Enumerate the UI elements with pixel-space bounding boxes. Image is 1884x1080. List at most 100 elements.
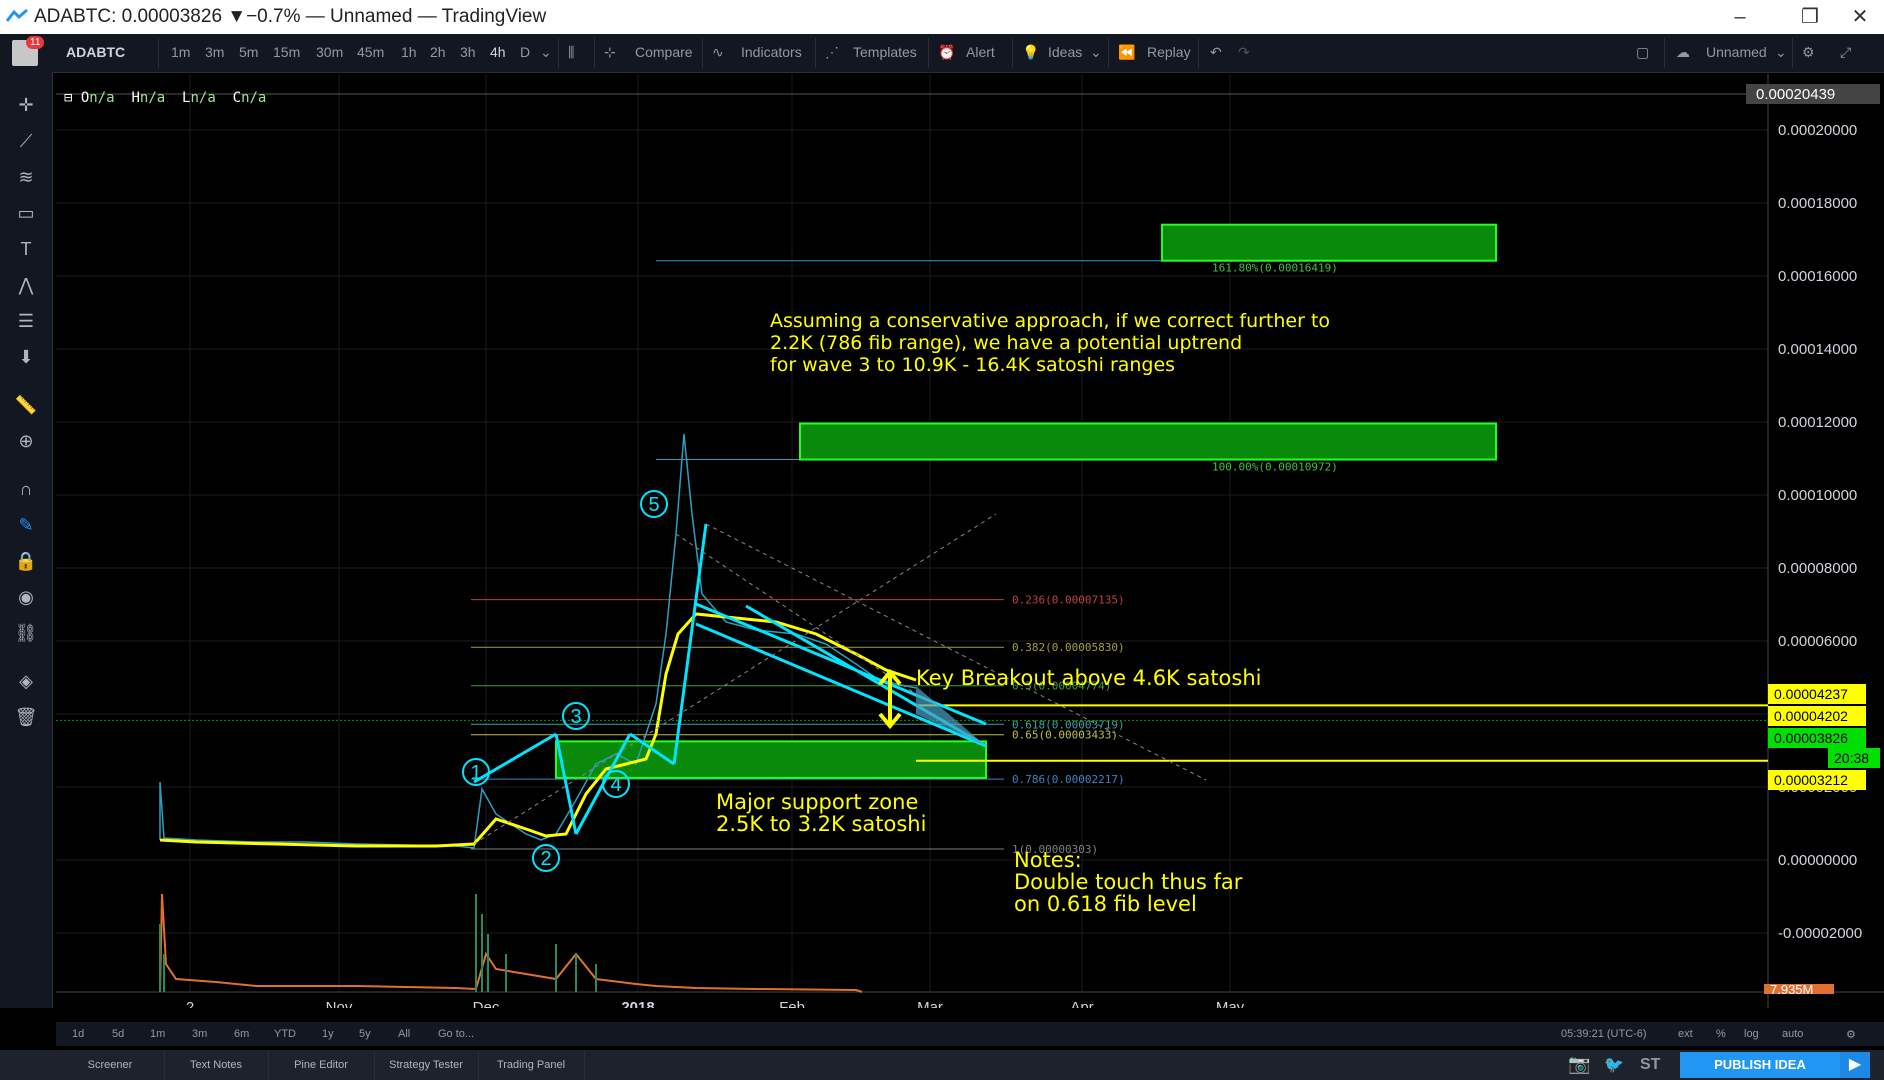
annotation-notes: on 0.618 fib level [1014, 892, 1197, 916]
log-toggle[interactable]: log [1744, 1028, 1759, 1040]
fullscreen-icon[interactable]: ▢ [1636, 44, 1649, 61]
tab-screener[interactable]: Screener [56, 1050, 165, 1080]
annotation-support: Major support zone [716, 790, 918, 814]
interval-d[interactable]: D [520, 44, 530, 60]
range-1d[interactable]: 1d [72, 1028, 84, 1040]
prediction-icon[interactable]: ☰ [14, 310, 38, 332]
indicators-button[interactable]: Indicators [741, 44, 802, 60]
compare-button[interactable]: Compare [635, 44, 693, 60]
expand-icon[interactable]: ⤢ [1840, 44, 1851, 61]
legend-collapse-icon[interactable]: ⊟ [64, 90, 81, 106]
ruler-icon[interactable]: 📏 [14, 394, 38, 416]
zoom-icon[interactable]: ⊕ [14, 430, 38, 452]
interval-30m[interactable]: 30m [316, 44, 343, 60]
interval-4h[interactable]: 4h [490, 44, 506, 60]
link-icon[interactable]: ⛓ [14, 622, 38, 644]
annotation-conservative: Assuming a conservative approach, if we … [770, 310, 1330, 332]
pattern-icon[interactable]: ⋀ [14, 274, 38, 296]
tab-text-notes[interactable]: Text Notes [164, 1050, 269, 1080]
range-all[interactable]: All [398, 1028, 410, 1040]
wave-label: 3 [570, 706, 581, 728]
ext-toggle[interactable]: ext [1678, 1028, 1693, 1040]
range-1y[interactable]: 1y [322, 1028, 334, 1040]
indicators-icon[interactable]: ∿ [712, 44, 724, 61]
camera-icon[interactable]: 📷 [1568, 1054, 1590, 1075]
eye-icon[interactable]: ◉ [14, 586, 38, 608]
window-title-bar: ADABTC: 0.00003826 ▼−0.7% — Unnamed — Tr… [0, 0, 1884, 34]
ideas-dropdown-icon[interactable]: ⌄ [1090, 44, 1102, 61]
arrow-down-icon[interactable]: ⬇ [14, 346, 38, 368]
scale-settings-icon[interactable]: ⚙ [1846, 1028, 1856, 1041]
settings-icon[interactable]: ⚙ [1802, 44, 1815, 61]
clock[interactable]: 05:39:21 (UTC-6) [1561, 1028, 1647, 1040]
pitchfork-icon[interactable]: ≋ [14, 166, 38, 188]
range-6m[interactable]: 6m [234, 1028, 249, 1040]
stocktwits-icon[interactable]: ST [1640, 1056, 1660, 1074]
layout-name[interactable]: Unnamed [1706, 44, 1767, 60]
percent-toggle[interactable]: % [1716, 1028, 1726, 1040]
replay-button[interactable]: Replay [1147, 44, 1191, 60]
minimize-button[interactable]: – [1720, 4, 1760, 30]
chart-area[interactable]: 0.00020000 0.00018000 0.00016000 0.00014000… [56, 74, 1884, 1008]
text-icon[interactable]: T [14, 238, 38, 260]
auto-toggle[interactable]: auto [1782, 1028, 1803, 1040]
tab-strategy-tester[interactable]: Strategy Tester [374, 1050, 479, 1080]
trash-icon[interactable]: 🗑 [14, 706, 38, 728]
stay-drawing-icon[interactable]: ✎ [14, 514, 38, 536]
wave-label: 5 [648, 494, 659, 516]
interval-1h[interactable]: 1h [401, 44, 417, 60]
compare-icon[interactable]: ⊹ [604, 44, 616, 61]
interval-45m[interactable]: 45m [357, 44, 384, 60]
interval-5m[interactable]: 5m [239, 44, 258, 60]
interval-dropdown-icon[interactable]: ⌄ [540, 44, 552, 61]
interval-3h[interactable]: 3h [460, 44, 476, 60]
interval-2h[interactable]: 2h [430, 44, 446, 60]
price-label: 0.00003826 [1774, 730, 1848, 746]
alert-icon[interactable]: ⏰ [938, 44, 955, 61]
ideas-icon[interactable]: 💡 [1022, 44, 1039, 61]
goto-button[interactable]: Go to... [438, 1028, 474, 1040]
fib-level-label: 0.382(0.00005830) [1012, 641, 1125, 654]
publish-play-icon[interactable]: ▶ [1840, 1052, 1870, 1078]
drawing-toolbar: ✛ ⟋ ≋ ▭ T ⋀ ☰ ⬇ 📏 ⊕ ∩ ✎ 🔒 ◉ ⛓ ◈ 🗑 [0, 72, 53, 1008]
interval-1m[interactable]: 1m [171, 44, 190, 60]
restore-button[interactable]: ❐ [1790, 4, 1830, 30]
trendline-icon[interactable]: ⟋ [14, 130, 38, 152]
range-3m[interactable]: 3m [192, 1028, 207, 1040]
rectangle-icon[interactable]: ▭ [14, 202, 38, 224]
tab-trading-panel[interactable]: Trading Panel [478, 1050, 585, 1080]
chart-type-icon[interactable]: ⫼ [568, 44, 574, 61]
range-5y[interactable]: 5y [359, 1028, 371, 1040]
templates-icon[interactable]: ⋰ [825, 44, 839, 61]
target-zone-lower [799, 422, 1497, 461]
x-tick-label: Mar [917, 999, 943, 1008]
x-tick-label: Nov [326, 999, 353, 1008]
interval-3m[interactable]: 3m [205, 44, 224, 60]
lock-icon[interactable]: 🔒 [14, 550, 38, 572]
redo-icon[interactable]: ↷ [1238, 44, 1250, 61]
symbol-search[interactable]: ADABTC [66, 44, 125, 60]
cloud-icon: ☁ [1676, 44, 1690, 60]
range-1m[interactable]: 1m [150, 1028, 165, 1040]
twitter-icon[interactable]: 🐦 [1604, 1055, 1624, 1075]
range-ytd[interactable]: YTD [274, 1028, 296, 1040]
target-zone-upper [1161, 223, 1497, 262]
templates-button[interactable]: Templates [853, 44, 917, 60]
publish-idea-button[interactable]: PUBLISH IDEA [1680, 1052, 1840, 1078]
undo-icon[interactable]: ↶ [1210, 44, 1222, 61]
tab-pine-editor[interactable]: Pine Editor [268, 1050, 375, 1080]
ideas-button[interactable]: Ideas [1048, 44, 1082, 60]
annotation-notes: Notes: [1014, 848, 1082, 872]
crosshair-icon[interactable]: ✛ [14, 94, 38, 116]
layers-icon[interactable]: ◈ [14, 670, 38, 692]
y-tick-label: 0.00010000 [1778, 487, 1857, 504]
magnet-icon[interactable]: ∩ [14, 478, 38, 500]
layout-dropdown-icon[interactable]: ⌄ [1775, 44, 1787, 61]
interval-15m[interactable]: 15m [273, 44, 300, 60]
extension-label: 100.00%(0.00010972) [1212, 461, 1338, 474]
close-button[interactable]: ✕ [1840, 4, 1880, 30]
range-5d[interactable]: 5d [112, 1028, 124, 1040]
alert-button[interactable]: Alert [966, 44, 995, 60]
replay-icon[interactable]: ⏪ [1118, 44, 1135, 61]
y-tick-label: 0.00000000 [1778, 852, 1857, 869]
